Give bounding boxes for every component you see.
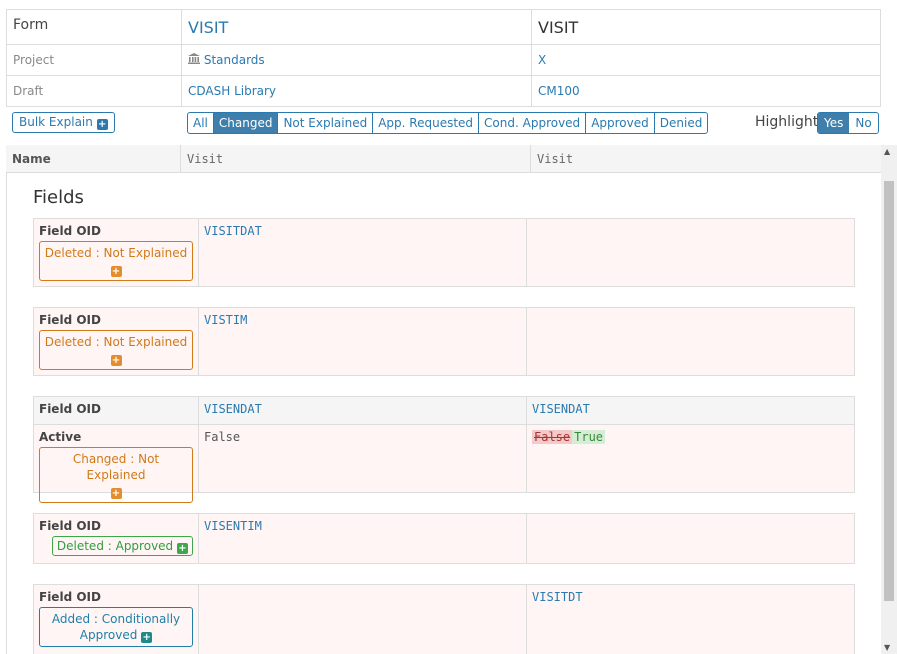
section-title: Fields (33, 187, 84, 208)
filter-denied[interactable]: Denied (655, 113, 708, 133)
field-left-value: VISENTIM (199, 514, 527, 563)
column-left: Visit (181, 145, 531, 172)
column-right: Visit (537, 152, 574, 166)
field-left-value: VISTIM (199, 308, 527, 375)
added-value: True (572, 430, 606, 444)
highlight-yes-button[interactable]: Yes (818, 113, 850, 133)
filter-all[interactable]: All (188, 113, 214, 133)
field-card: Field OID VISENDAT VISENDAT Active Chang… (33, 396, 855, 503)
bulk-explain-button[interactable]: Bulk Explain + (12, 112, 115, 133)
fields-scroll-area[interactable]: Fields Field OID Deleted : Not Explained… (6, 173, 881, 654)
highlight-toggle: Yes No (817, 112, 879, 134)
field-right-value (527, 514, 854, 563)
removed-value: False (532, 430, 573, 444)
scroll-down-icon[interactable]: ▼ (884, 643, 890, 652)
column-name: Name (6, 145, 181, 172)
field-oid-label: Field OID (39, 224, 101, 238)
active-left-value: False (199, 425, 527, 492)
field-left-value (199, 585, 527, 654)
plus-icon: + (110, 488, 122, 499)
plus-icon: + (110, 266, 122, 277)
filter-cond-approved[interactable]: Cond. Approved (479, 113, 587, 133)
plus-icon: + (110, 355, 122, 366)
draft-right-link[interactable]: CM100 (538, 84, 580, 98)
filter-not-explained[interactable]: Not Explained (278, 113, 374, 133)
field-right-value: VISITDT (532, 590, 583, 604)
status-badge[interactable]: Deleted : Not Explained + (39, 241, 193, 281)
field-card: Field OID Deleted : Not Explained + VISI… (33, 218, 855, 287)
status-badge[interactable]: Changed : Not Explained + (39, 447, 193, 503)
column-header: Name Visit Visit (6, 145, 881, 173)
plus-icon: + (96, 119, 108, 130)
filter-app-requested[interactable]: App. Requested (373, 113, 480, 133)
field-oid-label: Field OID (39, 590, 101, 604)
field-card: Field OID Deleted : Not Explained + VIST… (33, 307, 855, 376)
status-badge[interactable]: Added : Conditionally Approved + (39, 607, 193, 647)
form-comparison-header: Form VISIT VISIT Project Standards X Dra… (6, 9, 881, 107)
field-card: Field OID Added : Conditionally Approved… (33, 584, 855, 654)
field-left-value: VISITDAT (199, 219, 527, 286)
scrollbar-thumb[interactable] (884, 181, 894, 601)
scroll-up-icon[interactable]: ▲ (884, 147, 890, 156)
project-label: Project (6, 44, 182, 76)
field-oid-label: Field OID (39, 313, 101, 327)
form-left-link[interactable]: VISIT (188, 18, 228, 37)
project-left-link[interactable]: Standards (204, 53, 265, 67)
plus-icon: + (141, 632, 153, 643)
field-right-value: VISENDAT (532, 402, 590, 416)
draft-left-link[interactable]: CDASH Library (188, 84, 276, 98)
field-right-value (527, 308, 854, 375)
bank-icon (188, 53, 204, 67)
active-label: Active (39, 430, 82, 444)
scrollbar[interactable]: ▲ ▼ (881, 145, 897, 654)
project-right-link[interactable]: X (538, 53, 546, 67)
field-card: Field OID Deleted : Approved + VISENTIM (33, 513, 855, 564)
form-label: Form (6, 9, 182, 45)
field-oid-label: Field OID (34, 397, 199, 424)
draft-label: Draft (6, 75, 182, 107)
highlight-label: Highlight (755, 114, 819, 130)
status-filter-group: All Changed Not Explained App. Requested… (187, 112, 709, 134)
field-oid-label: Field OID (39, 519, 101, 533)
status-badge[interactable]: Deleted : Approved + (51, 536, 193, 556)
highlight-no-button[interactable]: No (849, 113, 877, 133)
field-left-value: VISENDAT (199, 397, 527, 424)
status-badge[interactable]: Deleted : Not Explained + (39, 330, 193, 370)
filter-changed[interactable]: Changed (213, 113, 279, 133)
plus-icon: + (177, 543, 188, 554)
filter-approved[interactable]: Approved (586, 113, 655, 133)
form-right: VISIT (531, 9, 881, 45)
field-right-value (527, 219, 854, 286)
